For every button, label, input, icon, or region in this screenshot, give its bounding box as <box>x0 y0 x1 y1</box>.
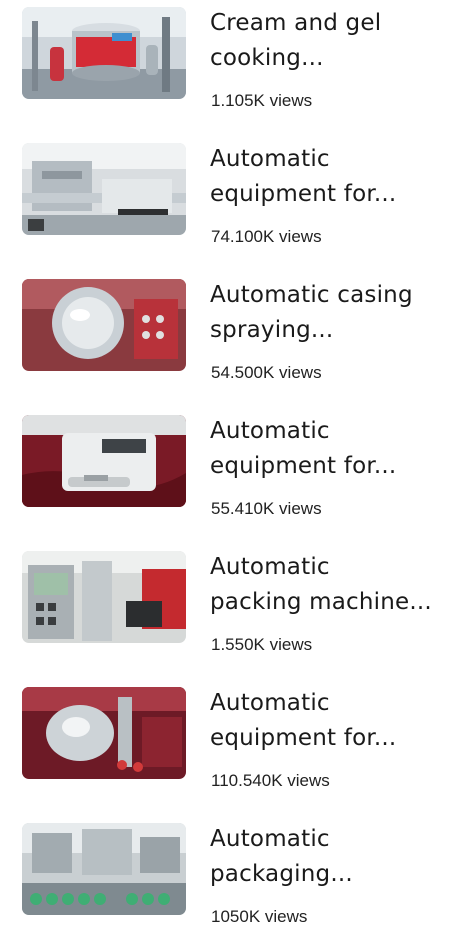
conveyor-equipment-image <box>22 143 186 235</box>
polishing-pan-image <box>22 687 186 779</box>
view-count: 1.105K views <box>211 91 313 110</box>
video-title[interactable]: Automatic equipment for... <box>210 686 455 756</box>
video-title-line: Automatic <box>210 554 330 580</box>
video-list-item[interactable]: Cream and gel cooking... 1.105K views <box>0 0 463 110</box>
video-list-item[interactable]: Automatic equipment for... 74.100K views <box>0 136 463 246</box>
video-thumbnail[interactable] <box>22 7 186 99</box>
video-thumbnail[interactable] <box>22 279 186 371</box>
video-title[interactable]: Automatic equipment for... <box>210 142 455 212</box>
video-title[interactable]: Automatic packing machine... <box>210 550 455 620</box>
video-title-line: cooking... <box>210 45 324 71</box>
video-title[interactable]: Automatic casing spraying... <box>210 278 455 348</box>
video-thumbnail[interactable] <box>22 551 186 643</box>
video-list-item[interactable]: Automatic packing machine... 1.550K view… <box>0 544 463 654</box>
video-title-line: equipment for... <box>210 453 397 479</box>
video-title[interactable]: Cream and gel cooking... <box>210 6 455 76</box>
video-thumbnail[interactable] <box>22 687 186 779</box>
video-title-line: Automatic casing <box>210 282 413 308</box>
view-count: 110.540K views <box>211 771 330 790</box>
video-title-line: equipment for... <box>210 181 397 207</box>
video-thumbnail[interactable] <box>22 415 186 507</box>
coating-drum-image <box>22 279 186 371</box>
video-title-line: spraying... <box>210 317 334 343</box>
video-title-line: packing machine... <box>210 589 432 615</box>
video-thumbnail[interactable] <box>22 823 186 915</box>
video-list-item[interactable]: Automatic packaging... 1050K views <box>0 816 463 926</box>
video-list-item[interactable]: Automatic equipment for... 110.540K view… <box>0 680 463 790</box>
video-title[interactable]: Automatic equipment for... <box>210 414 455 484</box>
video-title-line: Cream and gel <box>210 10 382 36</box>
video-list-item[interactable]: Automatic equipment for... 55.410K views <box>0 408 463 518</box>
view-count: 55.410K views <box>211 499 322 518</box>
video-title-line: Automatic <box>210 826 330 852</box>
video-title-line: packaging... <box>210 861 353 887</box>
tablet-tester-image <box>22 415 186 507</box>
view-count: 1.550K views <box>211 635 313 654</box>
video-title-line: equipment for... <box>210 725 397 751</box>
video-title-line: Automatic <box>210 146 330 172</box>
video-title-line: Automatic <box>210 418 330 444</box>
view-count: 74.100K views <box>211 227 322 246</box>
packing-machine-image <box>22 551 186 643</box>
bottle-packaging-line-image <box>22 823 186 915</box>
video-title[interactable]: Automatic packaging... <box>210 822 455 892</box>
video-thumbnail[interactable] <box>22 143 186 235</box>
video-title-line: Automatic <box>210 690 330 716</box>
view-count: 1050K views <box>211 907 308 926</box>
video-list-item[interactable]: Automatic casing spraying... 54.500K vie… <box>0 272 463 382</box>
view-count: 54.500K views <box>211 363 322 382</box>
stainless-mixing-tank-image <box>22 7 186 99</box>
